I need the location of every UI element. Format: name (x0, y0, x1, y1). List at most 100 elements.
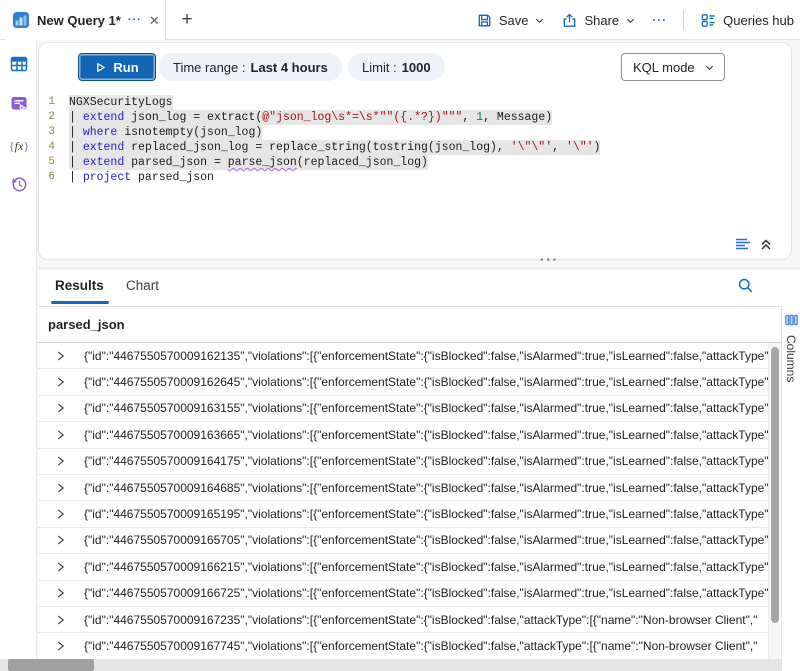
row-json-text: {"id":"4467550570009164685","violations"… (84, 481, 768, 495)
table-row[interactable]: {"id":"4467550570009165705","violations"… (38, 528, 768, 554)
table-row[interactable]: {"id":"4467550570009163155","violations"… (38, 396, 768, 422)
expand-chevron-icon[interactable] (56, 376, 68, 388)
expand-chevron-icon[interactable] (56, 350, 68, 362)
kql-mode-value: KQL mode (633, 60, 695, 75)
more-actions-button[interactable]: ··· (652, 13, 667, 27)
queries-hub-label: Queries hub (723, 13, 794, 28)
code-line[interactable]: 1NGXSecurityLogs (39, 95, 781, 110)
chevron-down-icon (534, 15, 545, 26)
code-line[interactable]: 6| project parsed_json (39, 170, 781, 185)
code-line[interactable]: 4| extend replaced_json_log = replace_st… (39, 140, 781, 155)
table-row[interactable]: {"id":"4467550570009164175","violations"… (38, 449, 768, 475)
vertical-scrollbar-thumb[interactable] (771, 347, 779, 623)
active-tab-underline (51, 301, 109, 304)
tab-title: New Query 1* (37, 13, 121, 28)
chevron-down-icon (625, 15, 636, 26)
table-row[interactable]: {"id":"4467550570009167235","violations"… (38, 607, 768, 633)
columns-icon (785, 314, 798, 326)
code-lines: 1NGXSecurityLogs2| extend json_log = ext… (39, 95, 781, 185)
row-json-text: {"id":"4467550570009166215","violations"… (84, 560, 768, 574)
time-range-picker[interactable]: Time range : Last 4 hours (159, 53, 342, 81)
app-window: New Query 1* ··· ✕ + Save Share (0, 0, 800, 671)
horizontal-scrollbar[interactable] (0, 659, 781, 671)
column-header-label: parsed_json (48, 317, 125, 332)
query-history-icon[interactable] (7, 172, 31, 196)
tab-close-icon[interactable]: ✕ (149, 14, 160, 27)
table-row[interactable]: {"id":"4467550570009165195","violations"… (38, 501, 768, 527)
code-text: | extend replaced_json_log = replace_str… (69, 140, 600, 155)
chevron-down-icon (704, 62, 715, 73)
splitter-handle[interactable]: ··· (540, 252, 559, 267)
results-layout-icon[interactable] (735, 237, 751, 251)
save-icon (476, 12, 493, 29)
table-row[interactable]: {"id":"4467550570009166725","violations"… (38, 581, 768, 607)
saved-queries-icon[interactable] (7, 92, 31, 116)
row-json-text: {"id":"4467550570009162645","violations"… (84, 375, 768, 389)
expand-chevron-icon[interactable] (56, 429, 68, 441)
tab-results[interactable]: Results (55, 278, 104, 293)
row-json-text: {"id":"4467550570009167235","violations"… (84, 613, 768, 627)
query-tab[interactable]: New Query 1* ··· ✕ (6, 0, 166, 40)
line-number: 3 (39, 125, 69, 140)
line-number: 4 (39, 140, 69, 155)
code-line[interactable]: 3| where isnotempty(json_log) (39, 125, 781, 140)
queries-hub-icon (700, 12, 717, 29)
save-button[interactable]: Save (476, 12, 546, 29)
expand-chevron-icon[interactable] (56, 561, 68, 573)
expand-chevron-icon[interactable] (56, 455, 68, 467)
column-header-row[interactable]: parsed_json (38, 307, 781, 343)
left-sidebar: {fx} (0, 40, 37, 671)
code-editor[interactable]: 1NGXSecurityLogs2| extend json_log = ext… (39, 95, 781, 185)
share-button[interactable]: Share (561, 12, 636, 29)
row-json-text: {"id":"4467550570009162135","violations"… (84, 349, 768, 363)
line-number: 2 (39, 110, 69, 125)
queries-hub-button[interactable]: Queries hub (700, 12, 794, 29)
expand-chevron-icon[interactable] (56, 508, 68, 520)
functions-icon[interactable]: {fx} (7, 134, 31, 158)
play-icon (95, 62, 106, 73)
table-row[interactable]: {"id":"4467550570009162645","violations"… (38, 369, 768, 395)
vertical-scrollbar[interactable] (768, 343, 780, 660)
expand-chevron-icon[interactable] (56, 402, 68, 414)
columns-panel-toggle[interactable]: Columns (781, 306, 800, 671)
time-range-value: Last 4 hours (251, 60, 328, 75)
horizontal-scrollbar-thumb[interactable] (8, 659, 94, 671)
editor-bottom-icons (735, 237, 773, 251)
limit-label: Limit : (362, 60, 397, 75)
expand-chevron-icon[interactable] (56, 482, 68, 494)
expand-chevron-icon[interactable] (56, 587, 68, 599)
new-tab-button[interactable]: + (176, 9, 198, 31)
expand-chevron-icon[interactable] (56, 614, 68, 626)
line-number: 1 (39, 95, 69, 110)
tab-bar: New Query 1* ··· ✕ + Save Share (0, 0, 800, 40)
code-text: | project parsed_json (69, 170, 214, 185)
table-row[interactable]: {"id":"4467550570009163665","violations"… (38, 422, 768, 448)
kql-mode-select[interactable]: KQL mode (621, 53, 725, 81)
time-range-label: Time range : (173, 60, 246, 75)
tab-chart[interactable]: Chart (126, 278, 159, 293)
row-json-text: {"id":"4467550570009165705","violations"… (84, 533, 768, 547)
save-label: Save (499, 13, 529, 28)
expand-chevron-icon[interactable] (56, 640, 68, 652)
expand-chevron-icon[interactable] (56, 534, 68, 546)
run-button[interactable]: Run (78, 53, 156, 81)
table-row[interactable]: {"id":"4467550570009166215","violations"… (38, 554, 768, 580)
code-line[interactable]: 5| extend parsed_json = parse_json(repla… (39, 155, 781, 170)
code-line[interactable]: 2| extend json_log = extract(@"json_log\… (39, 110, 781, 125)
table-row[interactable]: {"id":"4467550570009164685","violations"… (38, 475, 768, 501)
search-icon[interactable] (737, 277, 754, 294)
table-row[interactable]: {"id":"4467550570009167745","violations"… (38, 633, 768, 659)
connections-table-icon[interactable] (7, 52, 31, 76)
limit-picker[interactable]: Limit : 1000 (348, 53, 445, 81)
run-label: Run (113, 60, 138, 75)
collapse-editor-icon[interactable] (759, 237, 773, 251)
line-number: 6 (39, 170, 69, 185)
results-panel: Results Chart parsed_json {"id":"4467550… (38, 268, 800, 671)
code-text: | where isnotempty(json_log) (69, 125, 262, 140)
row-json-text: {"id":"4467550570009165195","violations"… (84, 507, 768, 521)
row-json-text: {"id":"4467550570009164175","violations"… (84, 454, 768, 468)
tab-more-icon[interactable]: ··· (128, 14, 142, 26)
table-row[interactable]: {"id":"4467550570009162135","violations"… (38, 343, 768, 369)
topbar-actions: Save Share ··· Queries hub (476, 0, 794, 40)
line-number: 5 (39, 155, 69, 170)
